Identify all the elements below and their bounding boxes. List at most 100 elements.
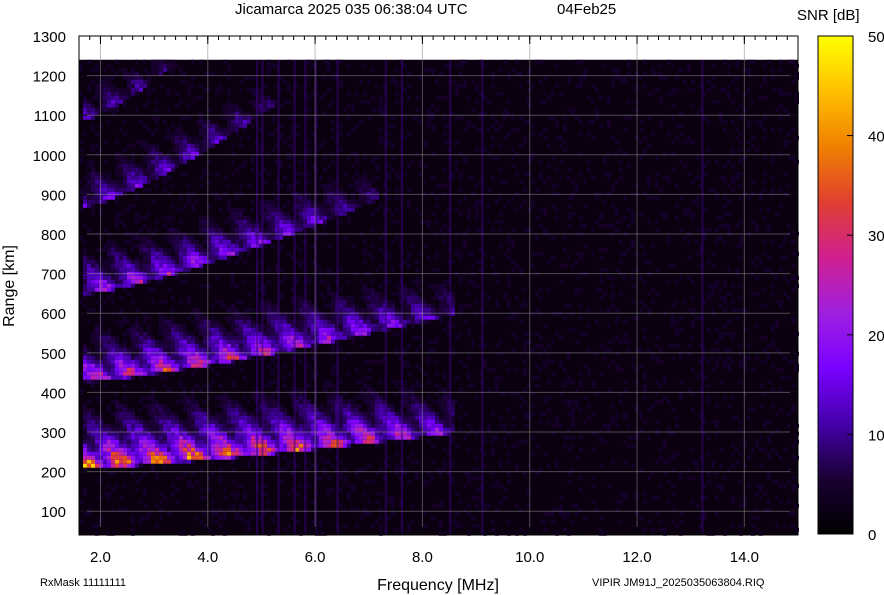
heatmap-cell [347,279,351,284]
heatmap-cell [415,207,419,212]
heatmap-cell [83,303,87,308]
heatmap-cell [239,255,243,260]
heatmap-cell [107,339,111,344]
heatmap-cell [155,127,159,132]
heatmap-cell [175,415,179,420]
heatmap-cell [167,423,171,428]
heatmap-cell [155,147,159,152]
heatmap-cell [131,143,135,148]
heatmap-cell [115,187,119,192]
heatmap-cell [219,523,223,528]
heatmap-cell [431,267,435,272]
heatmap-cell [171,147,175,152]
heatmap-cell [99,371,103,376]
heatmap-cell [87,287,91,292]
heatmap-cell [179,239,183,244]
heatmap-cell [151,399,155,404]
heatmap-cell [387,411,391,416]
heatmap-cell [119,275,123,280]
heatmap-cell [179,259,183,264]
heatmap-cell [199,455,203,460]
heatmap-cell [299,419,303,424]
heatmap-cell [103,171,107,176]
heatmap-cell [323,59,327,64]
heatmap-cell [455,399,459,404]
heatmap-cell [203,363,207,368]
heatmap-cell [115,103,119,108]
heatmap-cell [247,235,251,240]
heatmap-cell [231,491,235,496]
heatmap-cell [135,359,139,364]
heatmap-cell [347,203,351,208]
heatmap-cell [127,375,131,380]
heatmap-cell [343,407,347,412]
heatmap-cell [491,255,495,260]
heatmap-cell [123,99,127,104]
heatmap-cell [271,379,275,384]
heatmap-cell [271,215,275,220]
heatmap-cell [279,135,283,140]
heatmap-cell [103,331,107,336]
heatmap-cell [195,427,199,432]
heatmap-cell [343,427,347,432]
heatmap-cell [107,455,111,460]
heatmap-cell [239,219,243,224]
heatmap-cell [251,235,255,240]
heatmap-cell [143,315,147,320]
heatmap-cell [371,243,375,248]
heatmap-cell [311,375,315,380]
heatmap-cell [211,227,215,232]
heatmap-cell [91,115,95,120]
heatmap-cell [327,319,331,324]
heatmap-cell [199,183,203,188]
heatmap-cell [199,267,203,272]
heatmap-cell [203,319,207,324]
heatmap-cell [267,411,271,416]
heatmap-cell [299,263,303,268]
heatmap-cell [323,75,327,80]
heatmap-cell [227,331,231,336]
heatmap-cell [243,207,247,212]
heatmap-cell [507,303,511,308]
heatmap-cell [199,83,203,88]
heatmap-cell [235,327,239,332]
heatmap-cell [175,355,179,360]
heatmap-cell [119,355,123,360]
heatmap-cell [107,251,111,256]
heatmap-cell [143,347,147,352]
heatmap-cell [211,459,215,464]
heatmap-cell [319,419,323,424]
heatmap-cell [451,171,455,176]
heatmap-cell [355,155,359,160]
heatmap-cell [151,355,155,360]
heatmap-cell [367,79,371,84]
heatmap-cell [199,495,203,500]
heatmap-cell [199,283,203,288]
heatmap-cell [435,503,439,508]
heatmap-cell [247,347,251,352]
heatmap-cell [367,183,371,188]
heatmap-cell [135,435,139,440]
heatmap-cell [179,195,183,200]
heatmap-cell [139,359,143,364]
heatmap-cell [163,187,167,192]
heatmap-cell [171,335,175,340]
heatmap-cell [183,331,187,336]
heatmap-cell [339,443,343,448]
heatmap-cell [431,67,435,72]
heatmap-cell [91,259,95,264]
heatmap-cell [327,427,331,432]
heatmap-cell [251,435,255,440]
heatmap-cell [135,367,139,372]
heatmap-cell [307,279,311,284]
heatmap-cell [107,343,111,348]
heatmap-cell [351,419,355,424]
heatmap-cell [187,259,191,264]
heatmap-cell [423,315,427,320]
heatmap-cell [187,255,191,260]
heatmap-cell [103,179,107,184]
heatmap-cell [251,443,255,448]
heatmap-cell [367,499,371,504]
heatmap-cell [299,303,303,308]
heatmap-cells [79,59,799,536]
